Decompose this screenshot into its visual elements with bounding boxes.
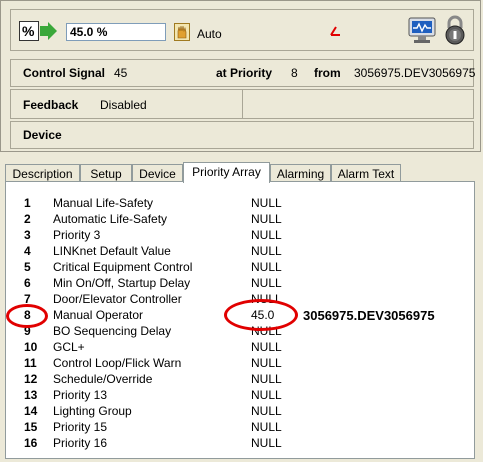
priority-name: Priority 13 [53,388,108,402]
tab-device[interactable]: Device [132,164,183,182]
tab-description[interactable]: Description [5,164,80,182]
command-value-input[interactable]: 45.0 % [66,23,166,41]
priority-number: 15 [24,420,38,434]
priority-label: at Priority [216,66,273,80]
priority-value: NULL [251,340,282,354]
priority-name: Critical Equipment Control [53,260,193,274]
hand-override-icon[interactable] [174,23,190,41]
priority-name: Priority 16 [53,436,108,450]
priority-name: BO Sequencing Delay [53,324,172,338]
priority-value: NULL [251,196,282,210]
priority-name: Automatic Life-Safety [53,212,168,226]
priority-name: Door/Elevator Controller [53,292,182,306]
priority-name: Min On/Off, Startup Delay [53,276,191,290]
priority-number: 4 [24,244,31,258]
priority-number: 11 [24,356,37,370]
priority-row: 14 Lighting Group NULL [24,404,444,420]
priority-value: NULL [251,228,282,242]
priority-number: 16 [24,436,38,450]
priority-number: 6 [24,276,31,290]
priority-row: 9 BO Sequencing Delay NULL [24,324,444,340]
priority-number: 1 [24,196,31,210]
priority-8-highlight-circle [6,304,48,328]
priority-value: NULL [251,260,282,274]
priority-name: Control Loop/Flick Warn [53,356,182,370]
priority-value: NULL [251,436,282,450]
monitor-icon[interactable] [407,15,437,45]
feedback-value: Disabled [100,98,147,112]
alarm-marker-icon [329,25,341,36]
priority-number: 3 [24,228,31,242]
priority-number: 5 [24,260,31,274]
tab-priority-array[interactable]: Priority Array [183,162,270,183]
priority-row: 16 Priority 16 NULL [24,436,444,452]
value-45-highlight-circle [224,299,298,331]
device-row: Device [10,121,474,149]
active-priority-value: 8 [291,66,298,80]
command-row: % 45.0 % Auto [10,9,474,51]
feedback-row: Feedback Disabled [10,89,474,119]
tab-setup[interactable]: Setup [80,164,132,182]
control-signal-row: Control Signal 45 at Priority 8 from 305… [10,59,476,87]
priority-row: 15 Priority 15 NULL [24,420,444,436]
priority-row: 1 Manual Life-Safety NULL [24,196,444,212]
device-label: Device [23,128,62,142]
priority-name: GCL+ [53,340,85,354]
priority-name: LINKnet Default Value [53,244,171,258]
priority-number: 13 [24,388,38,402]
from-label: from [314,66,341,80]
tab-alarming[interactable]: Alarming [270,164,331,182]
mode-label: Auto [197,27,222,41]
feedback-divider [242,90,243,118]
priority-row: 3 Priority 3 NULL [24,228,444,244]
priority-row: 5 Critical Equipment Control NULL [24,260,444,276]
point-header-panel: % 45.0 % Auto Control Signal 45 at Prior… [0,0,481,152]
priority-name: Priority 15 [53,420,108,434]
priority-row: 12 Schedule/Override NULL [24,372,444,388]
priority-value: NULL [251,420,282,434]
active-source-annotation: 3056975.DEV3056975 [303,308,435,323]
priority-name: Schedule/Override [53,372,153,386]
priority-number: 12 [24,372,38,386]
percent-command-icon[interactable]: % [19,21,57,41]
tab-alarm-text[interactable]: Alarm Text [331,164,401,182]
control-signal-value: 45 [114,66,128,80]
priority-value: NULL [251,404,282,418]
priority-value: NULL [251,388,282,402]
priority-name: Manual Life-Safety [53,196,154,210]
priority-value: NULL [251,244,282,258]
priority-value: NULL [251,356,282,370]
priority-name: Priority 3 [53,228,101,242]
priority-row: 10 GCL+ NULL [24,340,444,356]
control-signal-label: Control Signal [23,66,105,80]
priority-number: 2 [24,212,31,226]
priority-row: 11 Control Loop/Flick Warn NULL [24,356,444,372]
priority-number: 10 [24,340,38,354]
svg-text:%: % [22,23,35,39]
priority-row: 4 LINKnet Default Value NULL [24,244,444,260]
priority-name: Lighting Group [53,404,132,418]
priority-value: NULL [251,212,282,226]
source-device: 3056975.DEV3056975 [354,66,476,80]
priority-name: Manual Operator [53,308,144,322]
priority-row: 2 Automatic Life-Safety NULL [24,212,444,228]
priority-value: NULL [251,372,282,386]
priority-row: 6 Min On/Off, Startup Delay NULL [24,276,444,292]
priority-number: 14 [24,404,38,418]
priority-row: 13 Priority 13 NULL [24,388,444,404]
lock-icon[interactable] [443,15,467,45]
feedback-label: Feedback [23,98,79,112]
priority-value: NULL [251,276,282,290]
